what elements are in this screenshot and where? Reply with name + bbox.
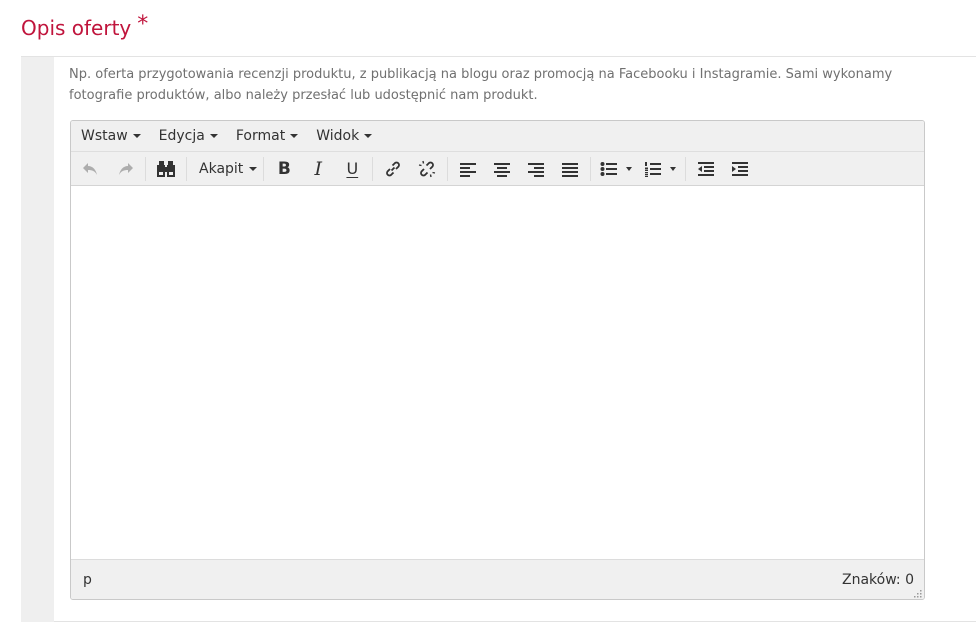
toolbar-separator (590, 156, 592, 181)
editor-content-area[interactable] (71, 186, 924, 559)
resize-handle-icon[interactable] (913, 589, 922, 598)
caret-down-icon (132, 134, 141, 138)
editor-statusbar: p Znaków: 0 (71, 559, 924, 599)
bullet-list-icon (600, 161, 618, 176)
menu-insert-label: Wstaw (81, 128, 128, 144)
bullet-list-button[interactable] (597, 156, 635, 182)
toolbar-separator (263, 156, 265, 181)
align-justify-button[interactable] (556, 156, 584, 182)
menu-edit[interactable]: Edycja (150, 121, 227, 151)
toolbar-separator (372, 156, 374, 181)
editor-menubar: Wstaw Edycja Format Widok (71, 121, 924, 152)
field-left-bar (21, 57, 54, 622)
menu-format[interactable]: Format (227, 121, 307, 151)
numbered-list-button[interactable] (641, 156, 679, 182)
bold-button[interactable]: B (270, 156, 298, 182)
toolbar-separator (447, 156, 449, 181)
caret-down-icon (290, 134, 299, 138)
section-title-text: Opis oferty (21, 16, 132, 40)
binoculars-icon (157, 160, 175, 177)
undo-icon (83, 162, 97, 175)
section-title: Opis oferty * (21, 12, 148, 46)
numbered-list-icon (645, 161, 662, 177)
block-format-label: Akapit (199, 160, 244, 177)
toolbar-separator (186, 156, 187, 181)
menu-view[interactable]: Widok (307, 121, 381, 151)
character-count: Znaków: 0 (842, 572, 914, 588)
align-left-icon (460, 162, 477, 177)
outdent-icon (698, 161, 715, 176)
align-center-icon (494, 162, 511, 177)
menu-view-label: Widok (316, 128, 360, 144)
toolbar-separator (145, 156, 146, 181)
divider (54, 621, 976, 622)
align-right-icon (528, 162, 545, 177)
indent-icon (732, 161, 749, 176)
remove-link-button[interactable] (413, 156, 441, 182)
align-justify-icon (562, 162, 579, 177)
caret-down-icon (209, 134, 218, 138)
undo-button[interactable] (77, 156, 105, 182)
field-hint: Np. oferta przygotowania recenzji produk… (69, 67, 893, 103)
element-path[interactable]: p (83, 572, 92, 588)
indent-button[interactable] (726, 156, 754, 182)
italic-button[interactable]: I (304, 156, 332, 182)
rich-text-editor: Wstaw Edycja Format Widok Akapit B I U p… (70, 120, 925, 600)
caret-down-icon (670, 166, 677, 171)
align-center-button[interactable] (488, 156, 516, 182)
caret-down-icon (249, 166, 258, 171)
toolbar-separator (685, 156, 687, 181)
menu-insert[interactable]: Wstaw (71, 121, 150, 151)
editor-toolbar: Akapit B I U (71, 152, 924, 186)
caret-down-icon (364, 134, 373, 138)
outdent-button[interactable] (692, 156, 720, 182)
block-format-dropdown[interactable]: Akapit (193, 156, 258, 182)
required-asterisk: * (137, 12, 149, 37)
menu-format-label: Format (235, 128, 286, 144)
align-left-button[interactable] (454, 156, 482, 182)
redo-button[interactable] (111, 156, 139, 182)
find-replace-button[interactable] (152, 156, 180, 182)
insert-link-button[interactable] (379, 156, 407, 182)
menu-edit-label: Edycja (158, 128, 205, 144)
align-right-button[interactable] (522, 156, 550, 182)
redo-icon (119, 162, 133, 175)
caret-down-icon (626, 166, 633, 171)
link-icon (386, 161, 401, 176)
underline-button[interactable]: U (338, 156, 366, 182)
unlink-icon (419, 160, 436, 177)
